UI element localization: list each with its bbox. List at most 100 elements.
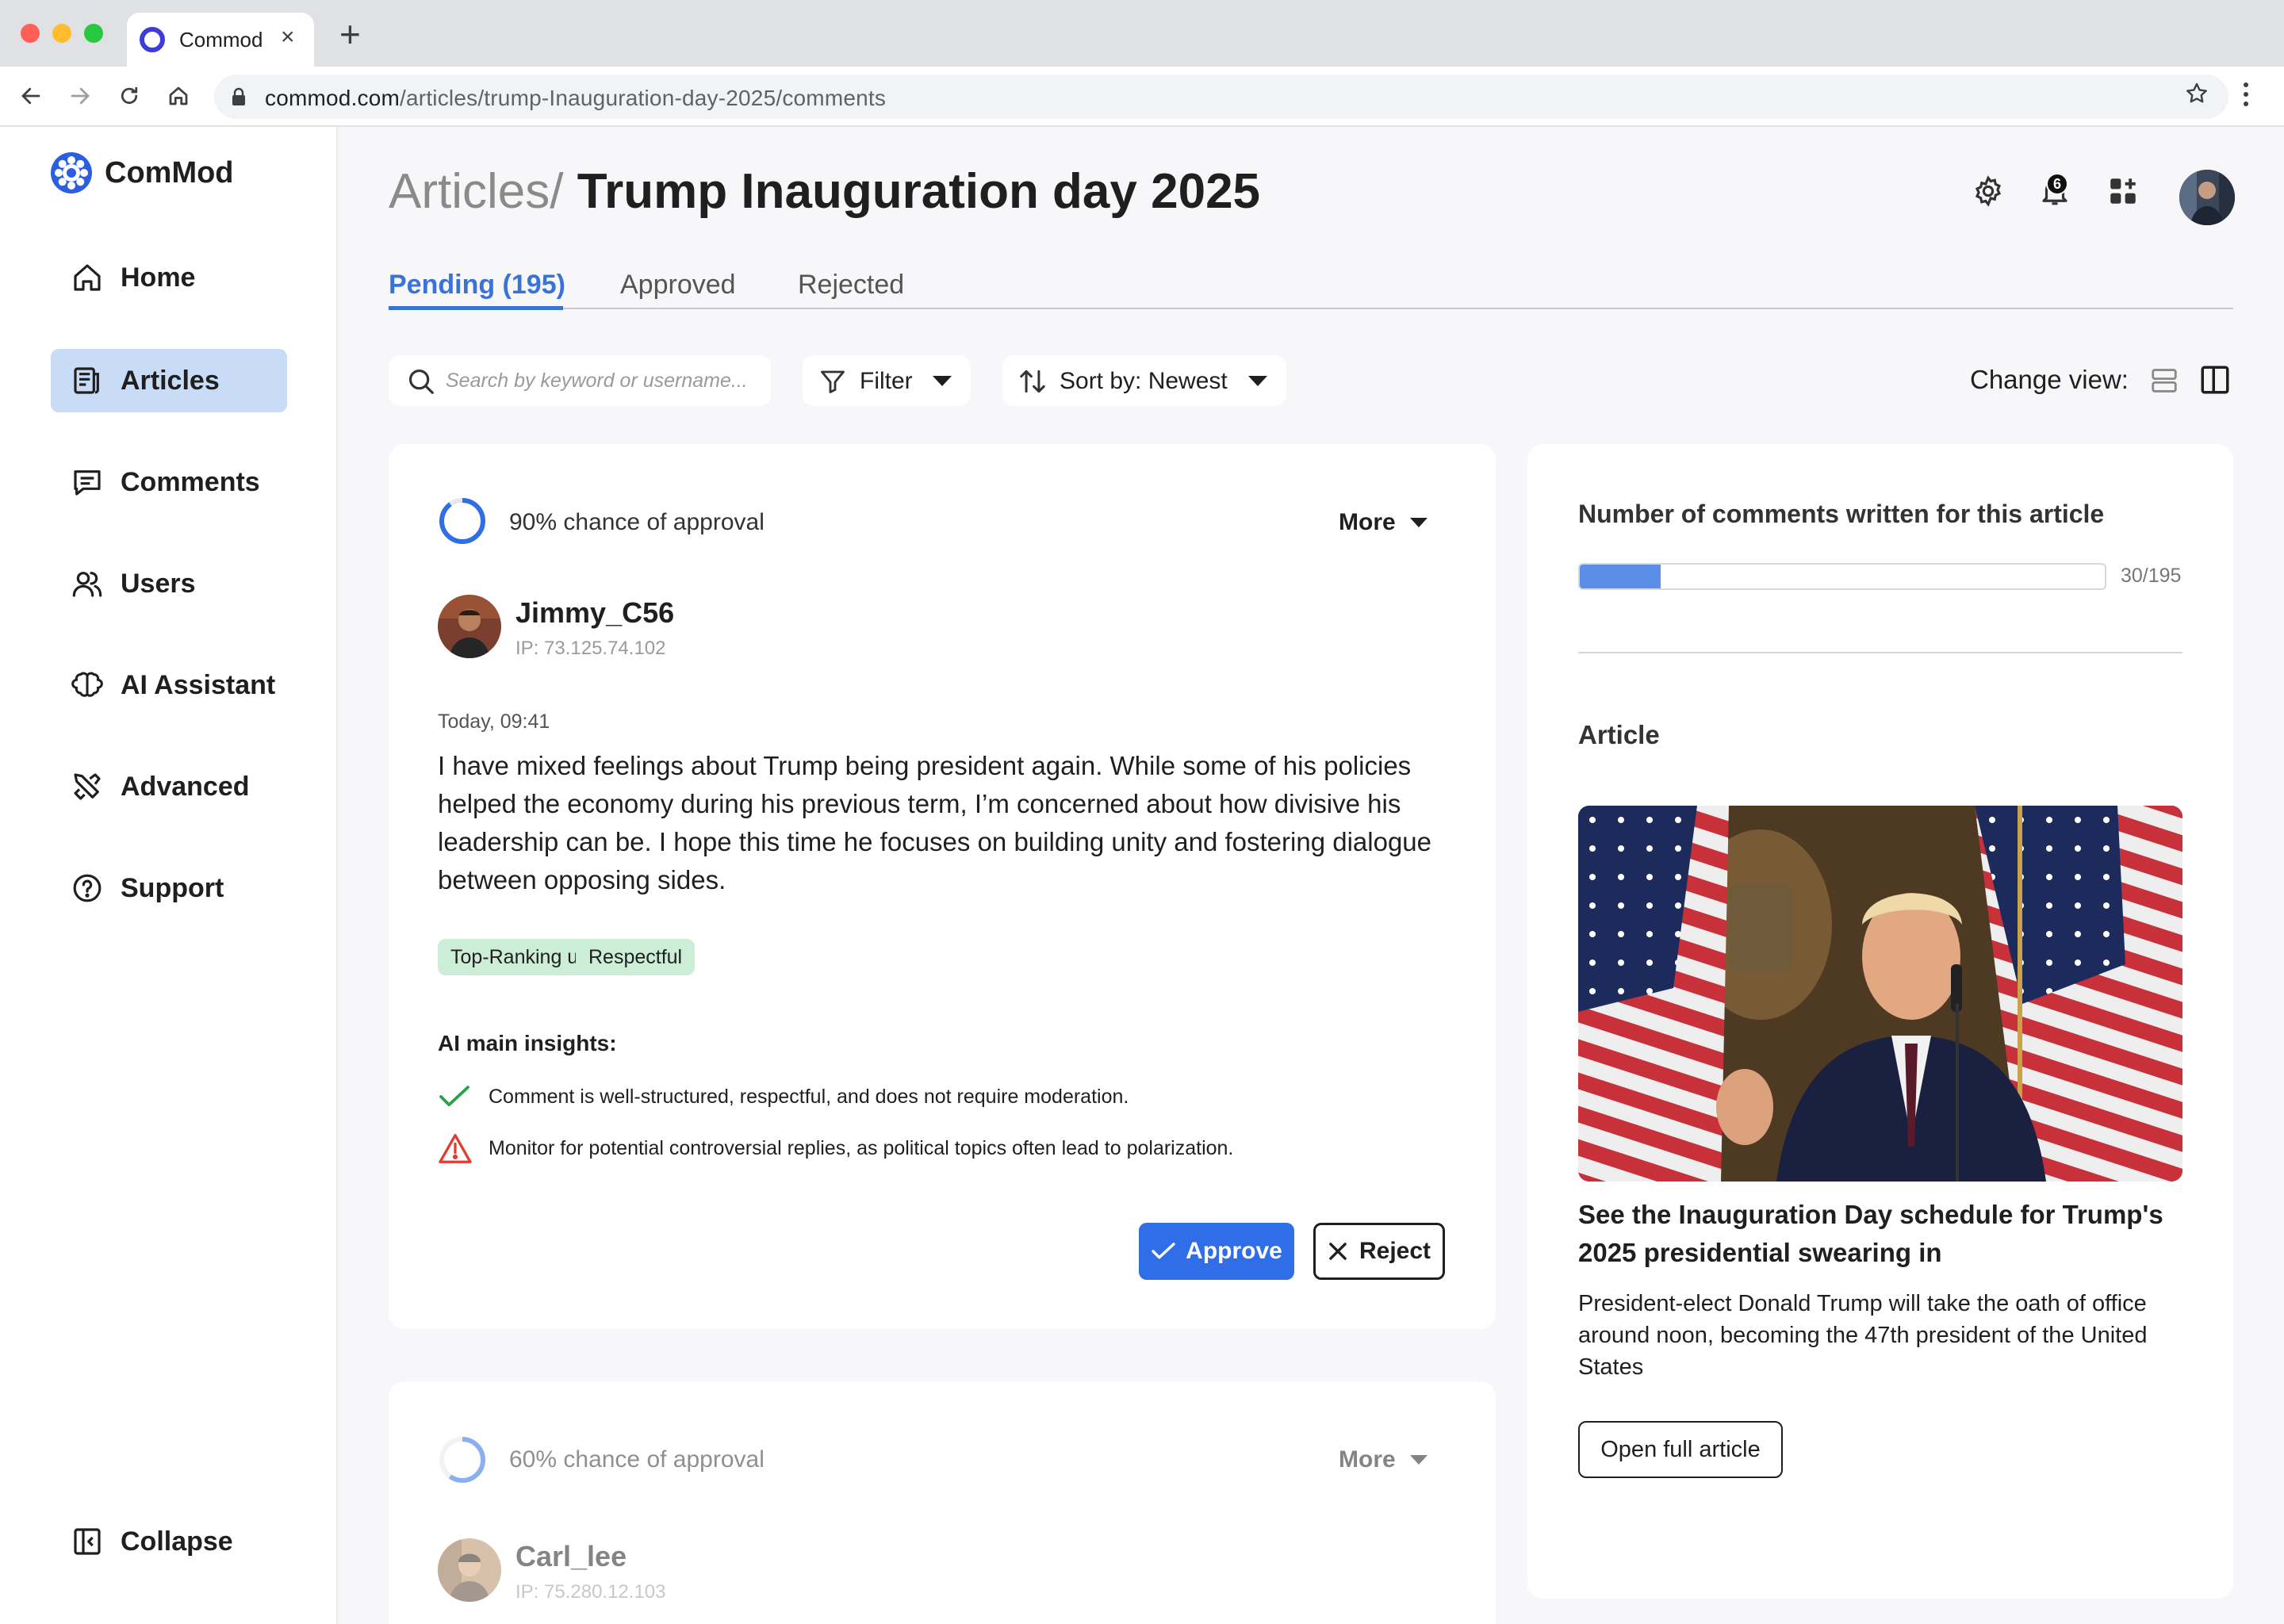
tab-pending[interactable]: Pending (195) bbox=[389, 270, 565, 301]
sidebar-item-ai-assistant[interactable]: AI Assistant bbox=[51, 653, 287, 717]
gear-icon[interactable] bbox=[1972, 174, 2005, 208]
reject-label: Reject bbox=[1359, 1238, 1431, 1264]
avatar-photo bbox=[438, 595, 501, 658]
users-icon bbox=[72, 572, 102, 597]
sidebar-item-label: AI Assistant bbox=[121, 669, 276, 700]
more-dropdown[interactable]: More bbox=[1339, 509, 1428, 536]
maximize-window-button[interactable] bbox=[84, 24, 103, 43]
home-icon bbox=[74, 264, 101, 291]
comment-count-label: 30/195 bbox=[2121, 565, 2182, 587]
browser-tab[interactable]: Commod × bbox=[127, 13, 314, 67]
sidebar-item-home[interactable]: Home bbox=[51, 246, 287, 309]
bookmark-star-icon[interactable] bbox=[2184, 81, 2209, 106]
search-input[interactable]: Search by keyword or username... bbox=[389, 355, 771, 406]
ai-insights-heading: AI main insights: bbox=[438, 1031, 617, 1055]
search-placeholder: Search by keyword or username... bbox=[446, 370, 748, 392]
split-view-icon[interactable] bbox=[2198, 363, 2232, 396]
back-icon[interactable] bbox=[11, 76, 51, 116]
article-photo bbox=[1578, 806, 2182, 1182]
new-tab-icon[interactable]: + bbox=[339, 16, 361, 52]
forward-icon[interactable] bbox=[60, 76, 100, 116]
avatar[interactable] bbox=[438, 595, 501, 658]
article-title: Trump Inauguration day 2025 bbox=[577, 164, 1261, 219]
sort-label: Sort by: Newest bbox=[1060, 368, 1228, 394]
status-tabs: Pending (195) Approved Rejected bbox=[389, 262, 2233, 310]
url-text: commod.com/articles/trump-Inauguration-d… bbox=[265, 86, 887, 110]
approve-label: Approve bbox=[1186, 1238, 1282, 1264]
tab-approved[interactable]: Approved bbox=[620, 270, 736, 301]
collapse-icon bbox=[74, 1528, 101, 1555]
close-tab-icon[interactable]: × bbox=[281, 24, 295, 51]
filter-icon bbox=[821, 370, 845, 393]
close-window-button[interactable] bbox=[21, 24, 40, 43]
active-tab-indicator bbox=[389, 306, 563, 310]
sidebar-item-label: Home bbox=[121, 262, 196, 293]
article-image[interactable] bbox=[1578, 806, 2182, 1182]
address-bar[interactable]: commod.com/articles/trump-Inauguration-d… bbox=[214, 75, 2228, 119]
collapse-label: Collapse bbox=[121, 1526, 233, 1557]
page-title: Articles/ Trump Inauguration day 2025 bbox=[389, 163, 1260, 220]
insight-text: Monitor for potential controversial repl… bbox=[489, 1136, 1234, 1159]
article-headline[interactable]: See the Inauguration Day schedule for Tr… bbox=[1578, 1196, 2182, 1272]
list-view-icon[interactable] bbox=[2149, 365, 2179, 396]
breadcrumb[interactable]: Articles/ bbox=[389, 164, 563, 219]
filter-label: Filter bbox=[860, 368, 913, 394]
chevron-down-icon bbox=[933, 376, 952, 386]
check-icon bbox=[439, 1086, 469, 1107]
approval-ring bbox=[439, 498, 485, 544]
approval-chance: 90% chance of approval bbox=[509, 509, 765, 535]
lock-icon bbox=[232, 87, 245, 105]
brand-name: ComMod bbox=[105, 155, 234, 190]
notification-badge: 6 bbox=[2046, 173, 2068, 195]
more-label: More bbox=[1339, 509, 1396, 535]
avatar-photo bbox=[2179, 170, 2235, 225]
more-dropdown[interactable]: More bbox=[1339, 1446, 1428, 1473]
warning-icon bbox=[439, 1134, 472, 1163]
username[interactable]: Carl_lee bbox=[515, 1540, 627, 1573]
comment-timestamp: Today, 09:41 bbox=[438, 710, 550, 733]
article-panel: Number of comments written for this arti… bbox=[1527, 444, 2233, 1599]
filter-button[interactable]: Filter bbox=[803, 355, 971, 406]
user-avatar[interactable] bbox=[2179, 170, 2235, 225]
approval-chance: 60% chance of approval bbox=[509, 1446, 765, 1473]
insight-item: Monitor for potential controversial repl… bbox=[438, 1132, 1233, 1164]
sort-button[interactable]: Sort by: Newest bbox=[1002, 355, 1286, 406]
open-full-article-button[interactable]: Open full article bbox=[1578, 1421, 1783, 1478]
sidebar-item-label: Articles bbox=[121, 365, 220, 396]
sidebar: ComMod Home Articles Comments Users AI A… bbox=[0, 127, 338, 1624]
comment-icon bbox=[74, 470, 101, 496]
browser-menu-icon[interactable] bbox=[2241, 81, 2251, 108]
sidebar-item-articles[interactable]: Articles bbox=[51, 349, 287, 412]
add-widget-icon[interactable] bbox=[2106, 174, 2140, 208]
minimize-window-button[interactable] bbox=[52, 24, 71, 43]
username[interactable]: Jimmy_C56 bbox=[515, 596, 674, 630]
sidebar-item-label: Users bbox=[121, 568, 196, 599]
change-view-label: Change view: bbox=[1970, 365, 2129, 394]
approval-ring bbox=[439, 1437, 485, 1483]
comment-count-progress bbox=[1578, 563, 2106, 590]
close-icon bbox=[1329, 1243, 1347, 1260]
sidebar-item-comments[interactable]: Comments bbox=[51, 450, 287, 514]
browser-tab-title: Commod bbox=[179, 28, 263, 52]
sidebar-item-support[interactable]: Support bbox=[51, 856, 287, 920]
logo[interactable]: ComMod bbox=[49, 151, 234, 195]
sidebar-item-users[interactable]: Users bbox=[51, 552, 287, 615]
reject-button[interactable]: Reject bbox=[1313, 1223, 1445, 1280]
chevron-down-icon bbox=[1409, 518, 1428, 527]
home-browser-icon[interactable] bbox=[159, 76, 198, 116]
browser-tabbar: Commod × + bbox=[0, 0, 2284, 67]
tab-rejected[interactable]: Rejected bbox=[798, 270, 904, 301]
article-description: President-elect Donald Trump will take t… bbox=[1578, 1291, 2148, 1380]
sidebar-item-label: Support bbox=[121, 872, 224, 903]
avatar[interactable] bbox=[438, 1538, 501, 1602]
tag-respectful: Respectful bbox=[576, 939, 696, 975]
comment-card: 90% chance of approval More Jimmy_C56 IP… bbox=[389, 444, 1496, 1329]
browser-toolbar: commod.com/articles/trump-Inauguration-d… bbox=[0, 67, 2284, 127]
collapse-button[interactable]: Collapse bbox=[51, 1510, 287, 1573]
commod-logo-icon bbox=[51, 152, 92, 193]
reload-icon[interactable] bbox=[109, 76, 149, 116]
user-ip: IP: 73.125.74.102 bbox=[515, 638, 666, 659]
sidebar-item-advanced[interactable]: Advanced bbox=[51, 755, 287, 818]
comment-count-progress-fill bbox=[1580, 565, 1661, 588]
approve-button[interactable]: Approve bbox=[1139, 1223, 1294, 1280]
